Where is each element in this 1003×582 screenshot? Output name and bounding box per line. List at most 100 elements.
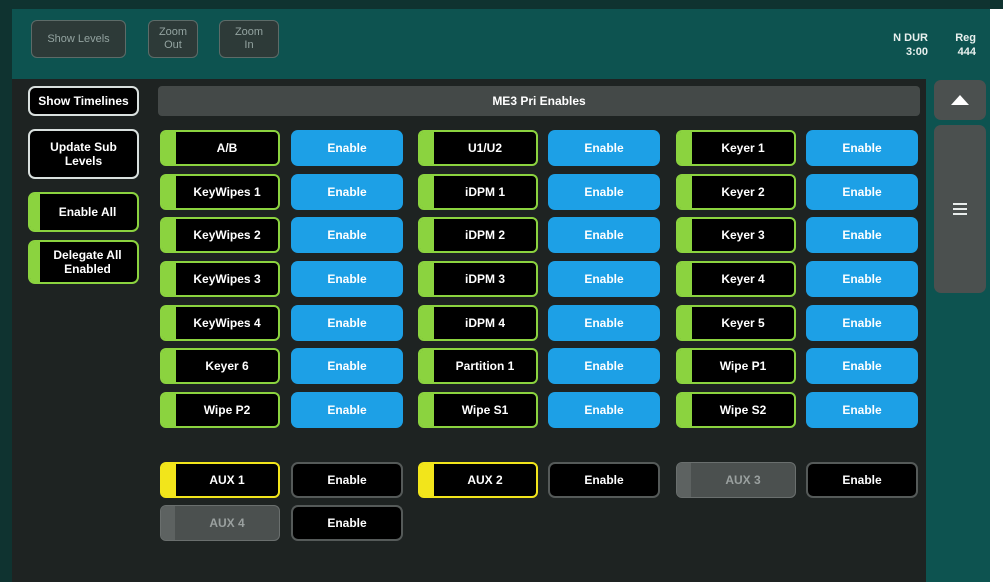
level-button[interactable]: Wipe P1	[676, 348, 796, 384]
level-button[interactable]: iDPM 3	[418, 261, 538, 297]
reg-value: 444	[957, 46, 976, 58]
aux-3-button[interactable]: AUX 3	[676, 462, 796, 498]
enable-button[interactable]: Enable	[806, 217, 918, 253]
enable-label: Enable	[584, 185, 624, 199]
enable-button[interactable]: Enable	[291, 130, 403, 166]
enable-label: Enable	[584, 272, 624, 286]
aux-2-button[interactable]: AUX 2	[418, 462, 538, 498]
scroll-up-button[interactable]	[934, 80, 986, 120]
enable-button[interactable]: Enable	[806, 174, 918, 210]
level-label: Keyer 1	[721, 141, 765, 155]
enable-label: Enable	[327, 359, 367, 373]
enable-button[interactable]: Enable	[548, 130, 660, 166]
enable-button[interactable]: Enable	[291, 392, 403, 428]
level-label: Keyer 2	[721, 185, 765, 199]
aux-3-enable-button[interactable]: Enable	[806, 462, 918, 498]
level-label: A/B	[216, 141, 238, 155]
level-button[interactable]: iDPM 4	[418, 305, 538, 341]
show-levels-button[interactable]: Show Levels	[31, 20, 126, 58]
level-button[interactable]: Keyer 2	[676, 174, 796, 210]
enable-button[interactable]: Enable	[806, 305, 918, 341]
level-label: KeyWipes 4	[193, 316, 261, 330]
level-label: KeyWipes 2	[193, 228, 261, 242]
enable-button[interactable]: Enable	[291, 217, 403, 253]
aux-2-label: AUX 2	[467, 473, 503, 487]
aux-1-enable-button[interactable]: Enable	[291, 462, 403, 498]
show-timelines-button[interactable]: Show Timelines	[28, 86, 139, 116]
level-button[interactable]: KeyWipes 1	[160, 174, 280, 210]
level-button[interactable]: iDPM 2	[418, 217, 538, 253]
aux-4-button[interactable]: AUX 4	[160, 505, 280, 541]
enable-button[interactable]: Enable	[806, 261, 918, 297]
level-button[interactable]: Keyer 5	[676, 305, 796, 341]
level-button[interactable]: KeyWipes 3	[160, 261, 280, 297]
show-levels-label: Show Levels	[47, 32, 110, 45]
enable-label: Enable	[327, 272, 367, 286]
level-button[interactable]: KeyWipes 2	[160, 217, 280, 253]
level-label: iDPM 4	[464, 316, 505, 330]
level-label: iDPM 2	[464, 228, 505, 242]
aux-1-button[interactable]: AUX 1	[160, 462, 280, 498]
top-toolbar: Show Levels Zoom Out Zoom In N DUR 3:00 …	[12, 9, 990, 81]
level-button[interactable]: Keyer 6	[160, 348, 280, 384]
level-button[interactable]: Wipe S1	[418, 392, 538, 428]
enable-button[interactable]: Enable	[806, 130, 918, 166]
enable-label: Enable	[842, 228, 882, 242]
level-label: Keyer 5	[721, 316, 765, 330]
delegate-all-enabled-label-1: Delegate All	[53, 248, 122, 262]
aux-2-enable-button[interactable]: Enable	[548, 462, 660, 498]
zoom-out-button[interactable]: Zoom Out	[148, 20, 198, 58]
level-button[interactable]: A/B	[160, 130, 280, 166]
enable-all-button[interactable]: Enable All	[28, 192, 139, 232]
enable-label: Enable	[584, 316, 624, 330]
enable-label: Enable	[584, 403, 624, 417]
enable-button[interactable]: Enable	[291, 348, 403, 384]
zoom-in-label-1: Zoom	[234, 26, 264, 38]
aux-3-enable-label: Enable	[842, 473, 882, 487]
enable-button[interactable]: Enable	[291, 261, 403, 297]
level-label: Partition 1	[455, 359, 515, 373]
enable-label: Enable	[584, 228, 624, 242]
enable-label: Enable	[327, 185, 367, 199]
enable-button[interactable]: Enable	[548, 217, 660, 253]
zoom-in-button[interactable]: Zoom In	[219, 20, 279, 58]
enable-button[interactable]: Enable	[548, 348, 660, 384]
level-button[interactable]: Keyer 3	[676, 217, 796, 253]
aux-3-label: AUX 3	[725, 473, 761, 487]
scroll-thumb[interactable]	[934, 125, 986, 293]
aux-4-enable-label: Enable	[327, 516, 367, 530]
enable-button[interactable]: Enable	[548, 305, 660, 341]
level-button[interactable]: iDPM 1	[418, 174, 538, 210]
enable-button[interactable]: Enable	[291, 305, 403, 341]
aux-4-enable-button[interactable]: Enable	[291, 505, 403, 541]
enable-label: Enable	[327, 228, 367, 242]
level-button[interactable]: Wipe P2	[160, 392, 280, 428]
enable-button[interactable]: Enable	[806, 392, 918, 428]
enable-label: Enable	[842, 141, 882, 155]
enable-button[interactable]: Enable	[291, 174, 403, 210]
delegate-all-enabled-button[interactable]: Delegate All Enabled	[28, 240, 139, 284]
update-sub-levels-button[interactable]: Update Sub Levels	[28, 129, 139, 179]
update-sub-levels-label-2: Levels	[64, 154, 103, 168]
level-button[interactable]: KeyWipes 4	[160, 305, 280, 341]
level-button[interactable]: Keyer 4	[676, 261, 796, 297]
enable-button[interactable]: Enable	[548, 392, 660, 428]
enable-label: Enable	[842, 272, 882, 286]
enable-button[interactable]: Enable	[806, 348, 918, 384]
panel-title-text: ME3 Pri Enables	[492, 94, 586, 108]
level-button[interactable]: Wipe S2	[676, 392, 796, 428]
hamburger-icon	[953, 203, 967, 215]
level-button[interactable]: Partition 1	[418, 348, 538, 384]
aux-1-enable-label: Enable	[327, 473, 367, 487]
enable-all-label: Enable All	[58, 205, 117, 219]
level-button[interactable]: Keyer 1	[676, 130, 796, 166]
zoom-out-label-1: Zoom	[158, 26, 188, 38]
enable-label: Enable	[842, 403, 882, 417]
enable-button[interactable]: Enable	[548, 174, 660, 210]
enable-button[interactable]: Enable	[548, 261, 660, 297]
level-button[interactable]: U1/U2	[418, 130, 538, 166]
panel-title: ME3 Pri Enables	[158, 86, 920, 116]
aux-1-label: AUX 1	[209, 473, 245, 487]
enable-label: Enable	[842, 316, 882, 330]
level-label: iDPM 3	[464, 272, 505, 286]
